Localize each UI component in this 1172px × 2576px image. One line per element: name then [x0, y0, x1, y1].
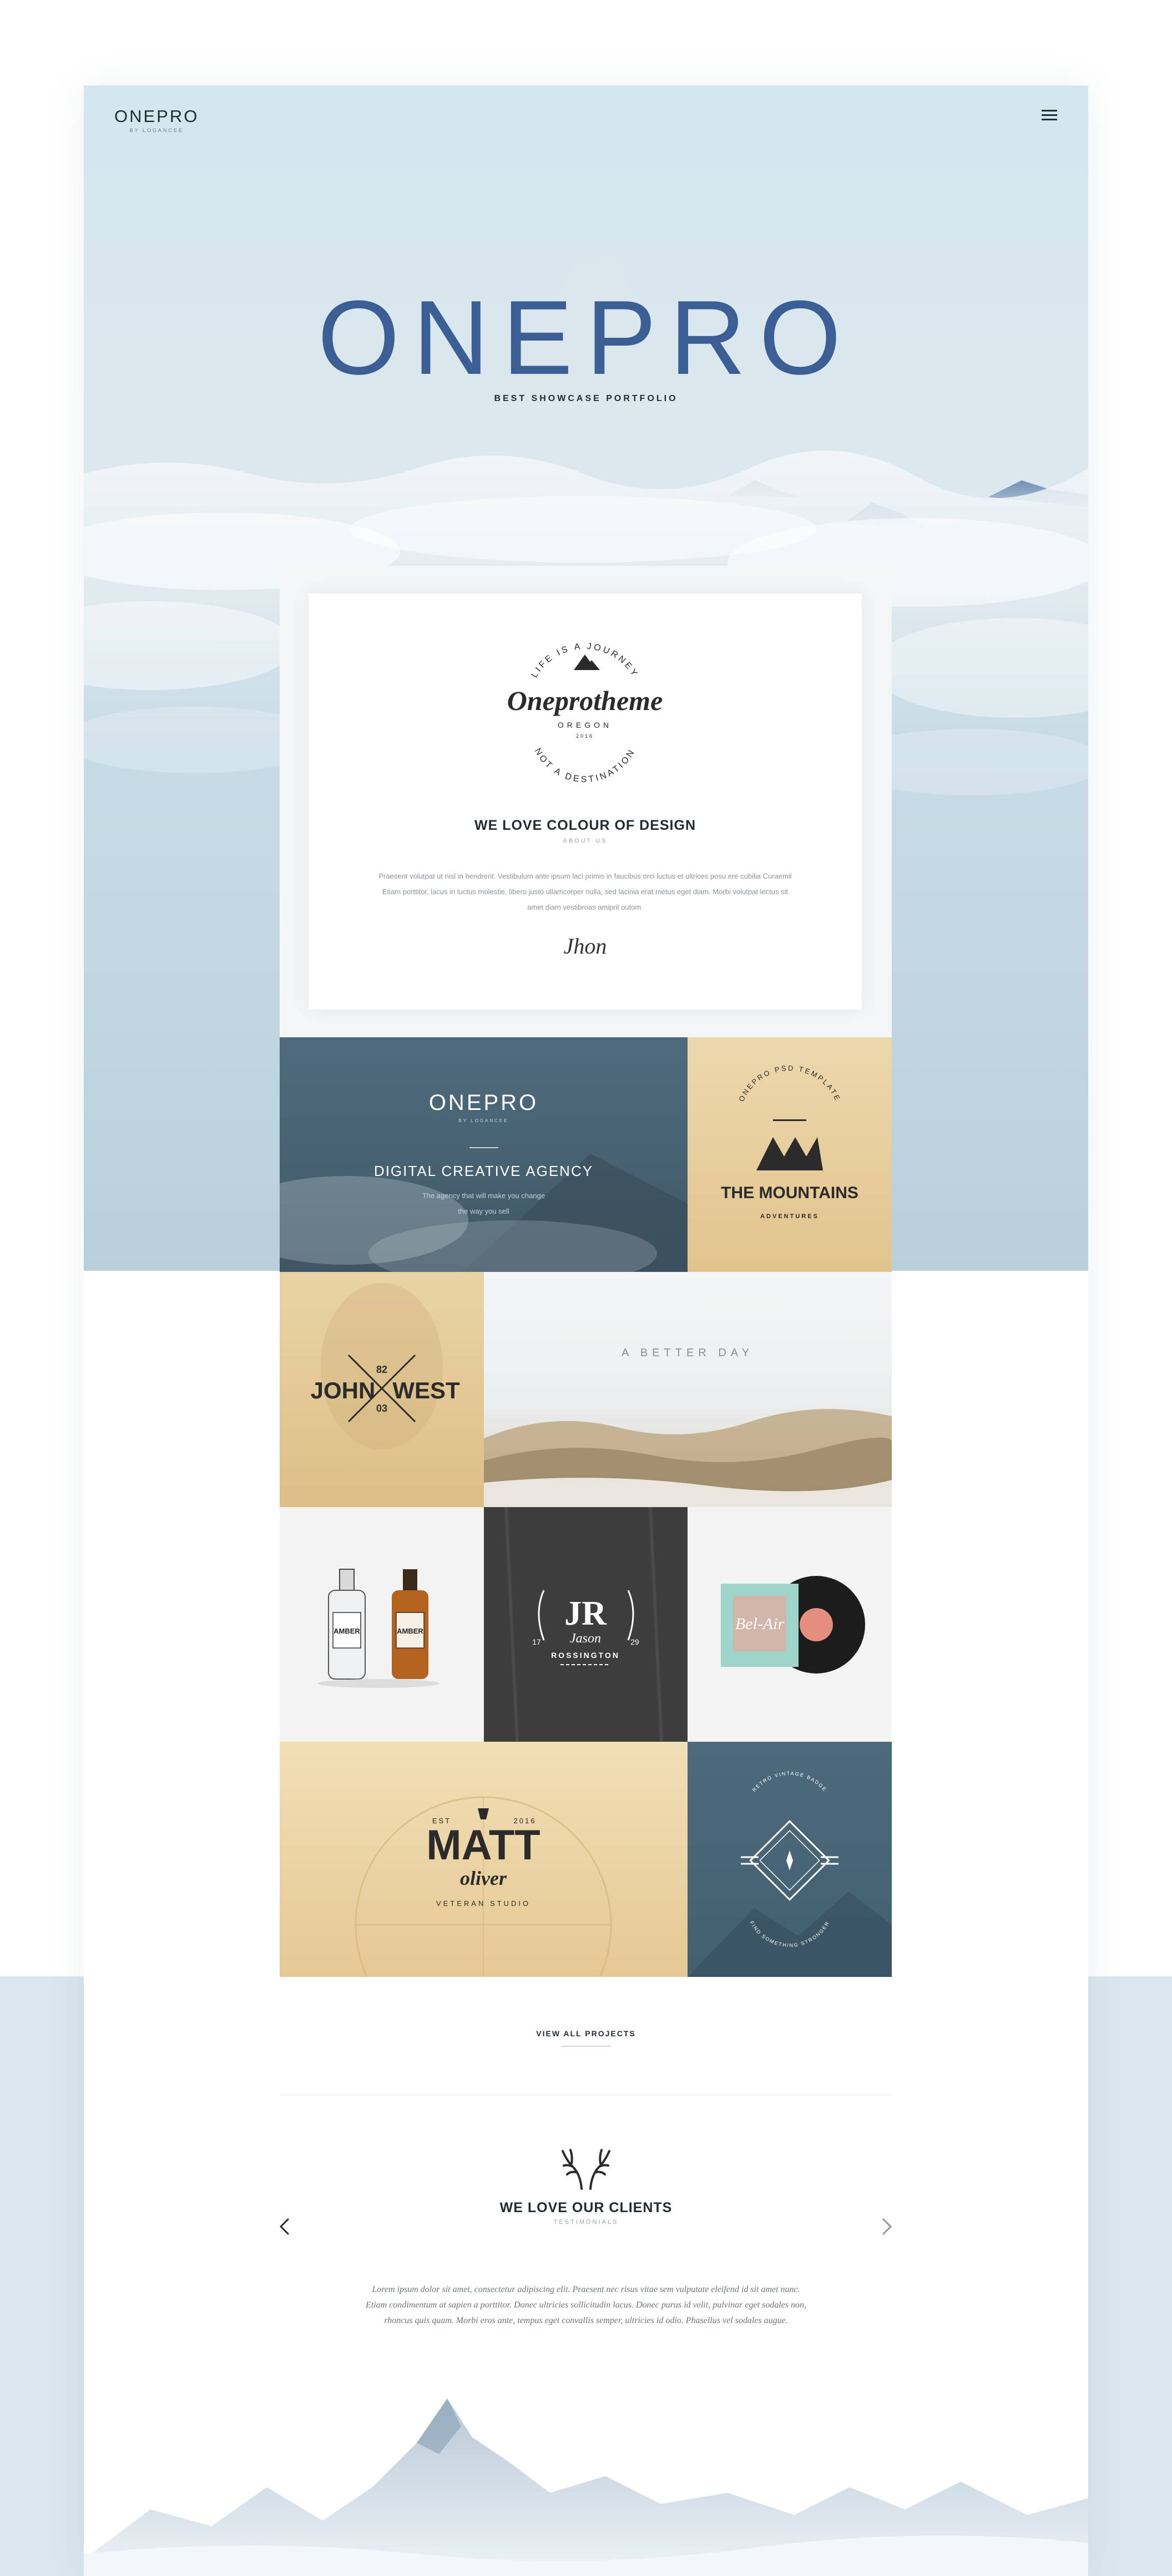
testimonials-title: WE LOVE OUR CLIENTS: [499, 2200, 673, 2215]
brand-name: ONEPRO: [114, 107, 199, 126]
mountains-arc: ONEPRO PSD TEMPLATE: [737, 1064, 841, 1103]
emblem-tile[interactable]: RETRO VINTAGE BADGE FIND SOMETHING STRON…: [688, 1742, 892, 1977]
agency-brand-tagline: BY LOGANCEE: [458, 1118, 509, 1123]
brand-logo[interactable]: ONEPRO BY LOGANCEE: [114, 107, 199, 133]
jr-name: ROSSINGTON: [551, 1651, 620, 1660]
matt-title: MATT: [426, 1822, 540, 1869]
johnwest-tile[interactable]: 82 JOHN WEST 03: [280, 1272, 484, 1507]
agency-title: DIGITAL CREATIVE AGENCY: [373, 1163, 594, 1179]
hero-title: ONEPRO: [317, 279, 854, 397]
agency-line1: The agency that will make you change: [422, 1191, 545, 1200]
signature: Jhon: [563, 934, 607, 959]
agency-brand: ONEPRO: [428, 1091, 539, 1115]
amber-label-1: AMBER: [334, 1627, 360, 1635]
jr-right-num: 29: [630, 1637, 639, 1646]
hero-subtitle: BEST SHOWCASE PORTFOLIO: [494, 394, 678, 403]
jr-tile[interactable]: JR 17 29 Jason ROSSINGTON: [484, 1507, 688, 1742]
badge-year: 2016: [576, 733, 594, 739]
amber-label-2: AMBER: [397, 1627, 423, 1635]
badge-bottom-arc: NOT A DESTINATION: [533, 747, 635, 784]
axe-icon: [478, 1808, 489, 1819]
hamburger-icon[interactable]: [1042, 110, 1057, 122]
about-card: LIFE IS A JOURNEY Oneprotheme OREGON 201…: [309, 594, 862, 1010]
about-heading: WE LOVE COLOUR OF DESIGN: [474, 818, 696, 833]
jr-script: Jason: [570, 1631, 601, 1646]
mountains-tile[interactable]: ONEPRO PSD TEMPLATE THE MOUNTAINS ADVENT…: [688, 1037, 892, 1272]
matt-tile[interactable]: EST 2016 MATT oliver VETERAN STUDIO: [280, 1742, 688, 1977]
svg-text:ONEPRO PSD TEMPLATE: ONEPRO PSD TEMPLATE: [737, 1064, 842, 1103]
badge-location: OREGON: [558, 721, 612, 729]
page-frame: ONEPRO ONEPRO BY LOGANCEE BEST SHOWCASE P…: [84, 85, 1088, 2576]
antler-icon: [562, 2149, 610, 2190]
brand-tagline: BY LOGANCEE: [129, 128, 184, 133]
betterday-title: A BETTER DAY: [622, 1347, 754, 1359]
svg-text:RETRO VINTAGE BADGE: RETRO VINTAGE BADGE: [751, 1771, 828, 1793]
chevron-left-icon[interactable]: [274, 2215, 296, 2238]
badge-script: Oneprotheme: [507, 685, 663, 716]
journey-badge: LIFE IS A JOURNEY Oneprotheme OREGON 201…: [507, 642, 663, 784]
wheat-icon: [786, 1850, 793, 1870]
johnwest-right: WEST: [392, 1377, 460, 1403]
jr-monogram: JR: [564, 1595, 607, 1632]
chevron-right-icon[interactable]: [875, 2215, 897, 2238]
agency-line2: the way you sell: [458, 1207, 509, 1215]
agency-tile[interactable]: ONEPRO BY LOGANCEE DIGITAL CREATIVE AGEN…: [280, 1037, 688, 1272]
testimonials-subtitle: TESTIMONIALS: [553, 2219, 619, 2225]
agency-divider: [469, 1147, 498, 1148]
testimonial-body: Lorem ipsum dolor sit amet, consectetur …: [365, 2285, 807, 2325]
amber-tile[interactable]: AMBER AMBER: [280, 1507, 484, 1742]
belair-tile[interactable]: Bel-Air: [688, 1507, 892, 1742]
emblem-arc-top: RETRO VINTAGE BADGE: [751, 1771, 827, 1793]
johnwest-left: JOHN: [311, 1377, 376, 1403]
johnwest-top-num: 82: [376, 1364, 387, 1375]
matt-sub: VETERAN STUDIO: [436, 1899, 531, 1908]
jr-left-num: 17: [532, 1637, 541, 1646]
mountains-sub: ADVENTURES: [760, 1213, 819, 1220]
about-subheading: ABOUT US: [563, 838, 608, 844]
betterday-tile[interactable]: A BETTER DAY: [484, 1272, 892, 1507]
belair-title: Bel-Air: [735, 1615, 785, 1633]
about-body: Praesent volutpat ut nisl in hendrerit. …: [378, 872, 792, 911]
view-all-projects-button[interactable]: VIEW ALL PROJECTS: [535, 2029, 637, 2047]
mountains-title: THE MOUNTAINS: [721, 1184, 858, 1202]
matt-script: oliver: [460, 1867, 507, 1889]
snow-mountains: [84, 2398, 1088, 2576]
johnwest-bottom-num: 03: [376, 1403, 387, 1414]
mountains-mark-icon: [756, 1137, 823, 1170]
svg-text:NOT A DESTINATION: NOT A DESTINATION: [533, 747, 637, 784]
